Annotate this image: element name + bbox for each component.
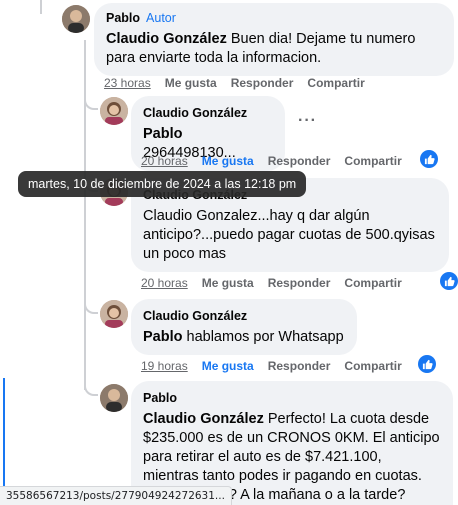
comment-text-tail: r? A la mañana o a la tarde? — [224, 487, 406, 503]
comment-time[interactable]: 20 horas — [141, 276, 188, 290]
comment-text: hablamos por Whatsapp — [182, 329, 344, 345]
comment-actions: 20 horas Me gusta Responder Compartir — [141, 154, 402, 168]
like-button[interactable]: Me gusta — [165, 76, 217, 90]
comment-time[interactable]: 19 horas — [141, 359, 188, 373]
share-button[interactable]: Compartir — [344, 359, 401, 373]
avatar[interactable] — [62, 5, 90, 33]
like-button[interactable]: Me gusta — [202, 359, 254, 373]
like-button[interactable]: Me gusta — [202, 154, 254, 168]
share-button[interactable]: Compartir — [344, 154, 401, 168]
avatar[interactable] — [100, 384, 128, 412]
thread-connector — [84, 374, 98, 396]
mention-link[interactable]: Claudio González — [143, 411, 264, 427]
thread-indicator — [3, 378, 5, 488]
reply-button[interactable]: Responder — [268, 359, 331, 373]
mention-link[interactable]: Claudio González — [106, 31, 227, 47]
comment-actions: 23 horas Me gusta Responder Compartir — [104, 76, 365, 90]
avatar[interactable] — [100, 300, 128, 328]
comment-actions: 20 horas Me gusta Responder Compartir — [141, 276, 402, 290]
thread-line-top — [40, 0, 42, 14]
comment-author[interactable]: Claudio González — [143, 104, 247, 123]
comment-author[interactable]: Claudio González — [143, 307, 247, 326]
share-button[interactable]: Compartir — [344, 276, 401, 290]
status-bar-url: 35586567213/posts/277904924272631... — [0, 486, 232, 505]
like-reaction-icon[interactable] — [420, 150, 438, 168]
comment-actions: 19 horas Me gusta Responder Compartir — [141, 359, 402, 373]
comment-bubble: Claudio González Pablo hablamos por What… — [131, 299, 357, 355]
thread-connector — [84, 292, 98, 314]
comment-time[interactable]: 23 horas — [104, 76, 151, 90]
comment-bubble: Pablo Autor Claudio González Buen dia! De… — [94, 3, 454, 76]
mention-link[interactable]: Pablo — [143, 126, 182, 142]
author-badge: Autor — [146, 11, 176, 25]
more-options-icon[interactable]: ··· — [298, 112, 317, 130]
reply-button[interactable]: Responder — [231, 76, 294, 90]
avatar[interactable] — [100, 97, 128, 125]
mention-link[interactable]: Pablo — [143, 329, 182, 345]
comment-time[interactable]: 20 horas — [141, 154, 188, 168]
comment-text: Claudio Gonzalez...hay q dar algún antic… — [143, 208, 435, 262]
share-button[interactable]: Compartir — [307, 76, 364, 90]
like-reaction-icon[interactable] — [418, 355, 436, 373]
comment-author[interactable]: Pablo — [106, 9, 140, 28]
like-button[interactable]: Me gusta — [202, 276, 254, 290]
timestamp-tooltip: martes, 10 de diciembre de 2024 a las 12… — [18, 171, 307, 197]
reply-button[interactable]: Responder — [268, 276, 331, 290]
reply-button[interactable]: Responder — [268, 154, 331, 168]
thread-connector — [84, 88, 98, 110]
like-reaction-icon[interactable] — [440, 272, 458, 290]
comment-author[interactable]: Pablo — [143, 389, 177, 408]
